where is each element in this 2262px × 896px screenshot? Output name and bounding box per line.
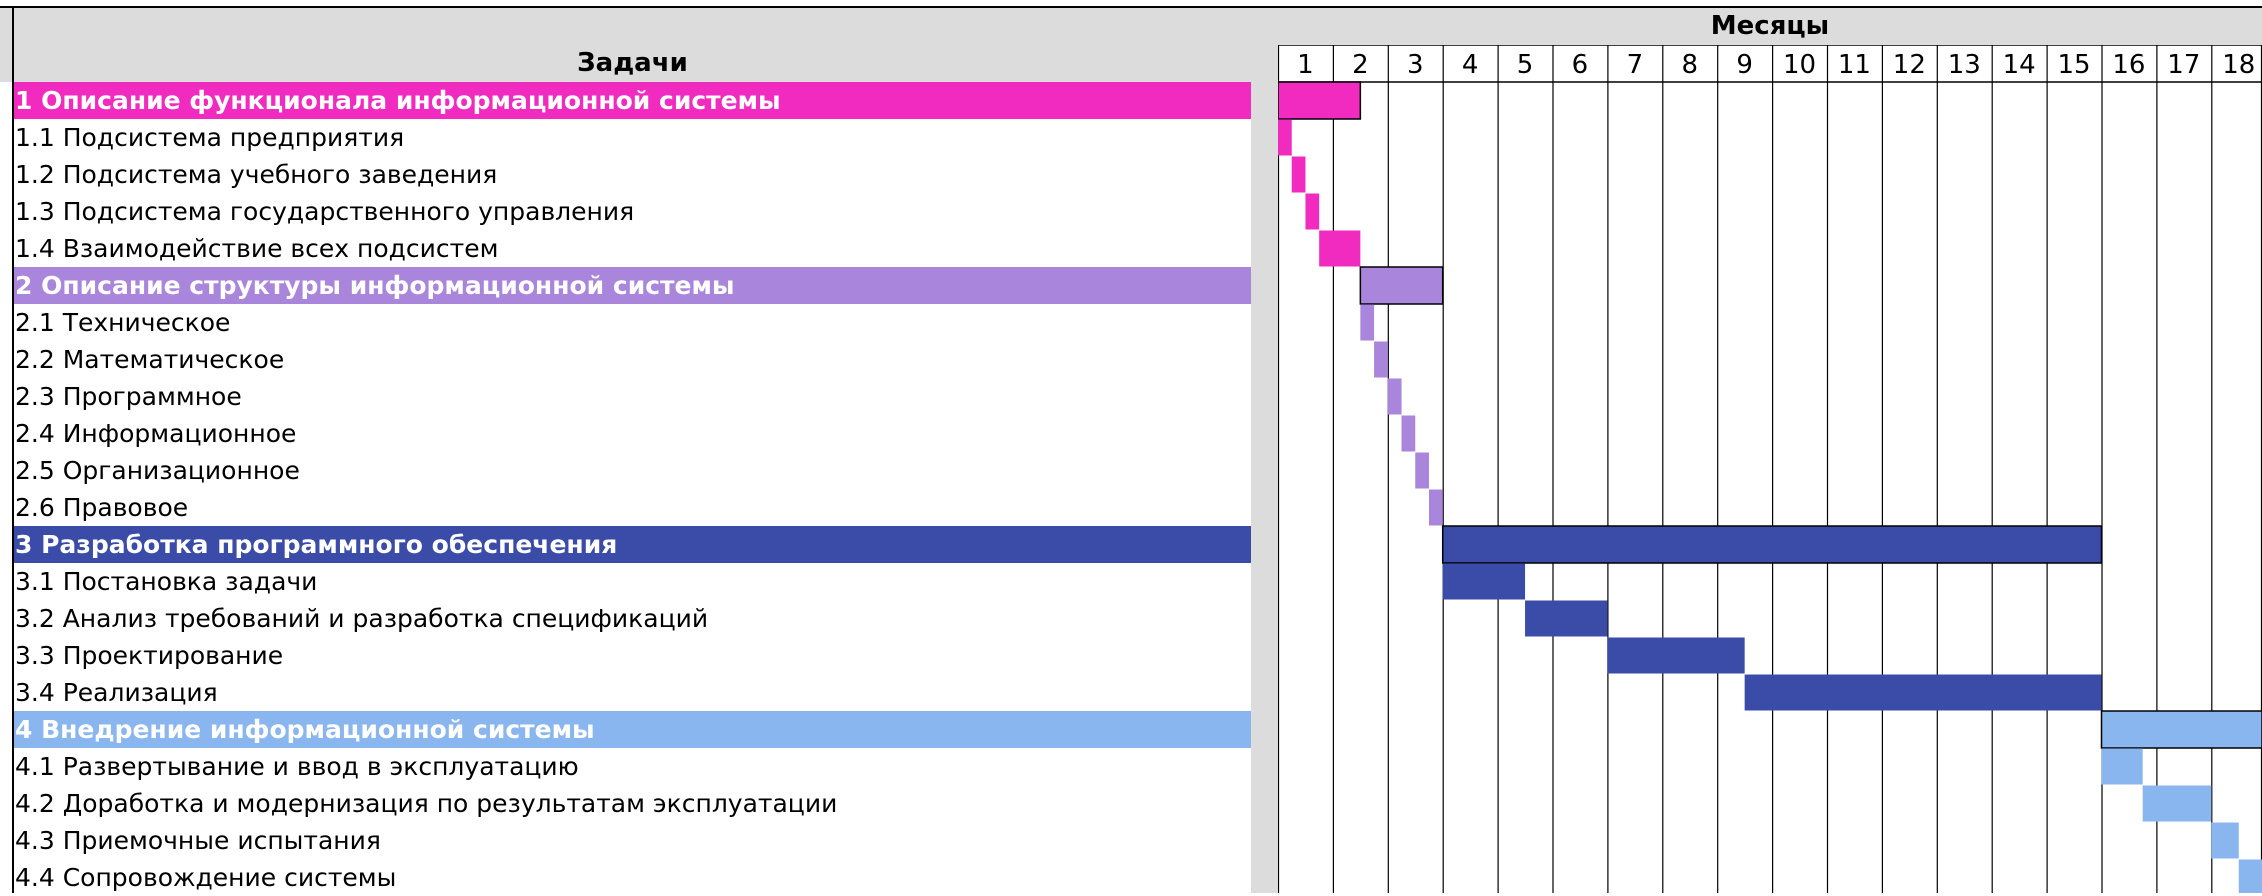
month-label: 8: [1681, 50, 1698, 80]
month-label: 3: [1407, 50, 1424, 80]
task-row: 4.1 Развертывание и ввод в эксплуатацию: [14, 748, 1251, 785]
task-bar: [1278, 120, 1292, 156]
task-row: 3.2 Анализ требований и разработка специ…: [14, 600, 1251, 637]
task-row: 4.3 Приемочные испытания: [14, 822, 1251, 859]
task-row: 2.2 Математическое: [14, 341, 1251, 378]
task-bar: [2143, 786, 2212, 822]
month-label: 17: [2167, 50, 2200, 80]
month-label: 12: [1893, 50, 1926, 80]
task-group-row: 3 Разработка программного обеспечения: [14, 526, 1251, 563]
tasks-column-header: Задачи: [14, 45, 1251, 82]
summary-bar: [1443, 526, 2102, 563]
task-row: 2.5 Организационное: [14, 452, 1251, 489]
task-bar: [2211, 823, 2238, 859]
month-label: 7: [1627, 50, 1644, 80]
task-row: 4.4 Сопровождение системы: [14, 859, 1251, 896]
month-label: 10: [1783, 50, 1816, 80]
task-bar: [1745, 675, 2102, 711]
task-bar: [1415, 453, 1429, 489]
task-group-row: 4 Внедрение информационной системы: [14, 711, 1251, 748]
month-label: 13: [1948, 50, 1981, 80]
month-label: 15: [2058, 50, 2091, 80]
task-row: 3.4 Реализация: [14, 674, 1251, 711]
task-row: 1.1 Подсистема предприятия: [14, 119, 1251, 156]
task-bar: [1374, 342, 1388, 378]
task-bar: [1443, 564, 1525, 600]
task-row: 2.4 Информационное: [14, 415, 1251, 452]
task-bar: [1305, 194, 1319, 230]
task-row: 3.3 Проектирование: [14, 637, 1251, 674]
month-label: 16: [2112, 50, 2145, 80]
months-header: Месяцы: [1278, 8, 2262, 45]
month-label: 1: [1297, 50, 1314, 80]
task-row: 1.4 Взаимодействие всех подсистем: [14, 230, 1251, 267]
gantt-sheet: Задачи Месяцы 1 Описание функционала инф…: [0, 0, 2262, 893]
month-label: 14: [2003, 50, 2036, 80]
month-label: 5: [1517, 50, 1534, 80]
task-bar: [2102, 749, 2143, 785]
task-bar: [1429, 490, 1443, 526]
month-label: 2: [1352, 50, 1369, 80]
task-row: 1.3 Подсистема государственного управлен…: [14, 193, 1251, 230]
month-label: 6: [1572, 50, 1589, 80]
month-label: 4: [1462, 50, 1479, 80]
month-label: 9: [1736, 50, 1753, 80]
month-label: 18: [2222, 50, 2255, 80]
task-row: 3.1 Постановка задачи: [14, 563, 1251, 600]
column-gutter: [1251, 8, 1278, 893]
task-bar: [1607, 638, 1744, 674]
task-bar: [1292, 157, 1306, 193]
gantt-chart: 123456789101112131415161718: [1278, 45, 2262, 893]
month-label: 11: [1838, 50, 1871, 80]
task-bar: [1525, 601, 1607, 637]
task-list: 1 Описание функционала информационной си…: [14, 82, 1251, 896]
summary-bar: [2102, 711, 2262, 748]
task-row: 4.2 Доработка и модернизация по результа…: [14, 785, 1251, 822]
task-bar: [1319, 231, 1360, 267]
summary-bar: [1360, 267, 1442, 304]
task-bar: [1402, 416, 1416, 452]
task-row: 2.6 Правовое: [14, 489, 1251, 526]
task-bar: [2239, 860, 2262, 894]
task-bar: [1388, 379, 1402, 415]
task-row: 2.1 Техническое: [14, 304, 1251, 341]
task-row: 2.3 Программное: [14, 378, 1251, 415]
task-bar: [1360, 305, 1374, 341]
summary-bar: [1278, 82, 1360, 119]
task-group-row: 1 Описание функционала информационной си…: [14, 82, 1251, 119]
task-row: 1.2 Подсистема учебного заведения: [14, 156, 1251, 193]
task-group-row: 2 Описание структуры информационной сист…: [14, 267, 1251, 304]
